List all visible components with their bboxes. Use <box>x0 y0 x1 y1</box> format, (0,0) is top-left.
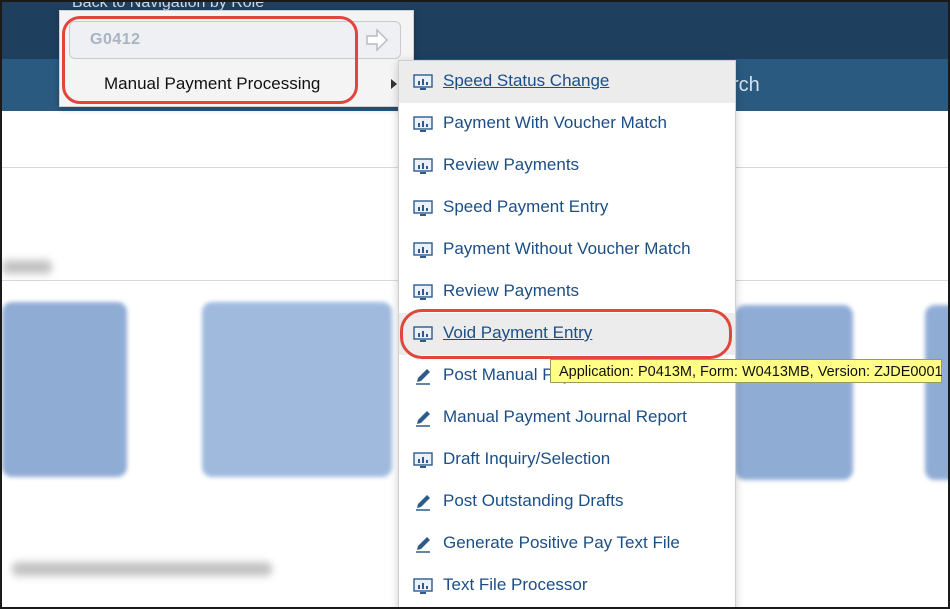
submenu-item-review-payments-2[interactable]: Review Payments <box>399 271 735 313</box>
highlight-oval-void-payment <box>400 309 732 359</box>
app-monitor-icon <box>413 200 433 216</box>
submenu-item-text-file-processor[interactable]: Text File Processor <box>399 565 735 607</box>
submenu-item-label: Post Outstanding Drafts <box>443 491 624 510</box>
report-pencil-icon <box>416 537 430 553</box>
report-pencil-icon <box>416 411 430 427</box>
submenu-item-manual-payment-journal-report[interactable]: Manual Payment Journal Report <box>399 397 735 439</box>
report-pencil-icon <box>416 495 430 511</box>
submenu-item-label: Manual Payment Journal Report <box>443 407 687 426</box>
submenu-item-label: Generate Positive Pay Text File <box>443 533 680 552</box>
submenu-item-generate-positive-pay-text-file[interactable]: Generate Positive Pay Text File <box>399 523 735 565</box>
app-monitor-icon <box>413 452 433 468</box>
blurred-footer-text <box>12 562 272 576</box>
submenu-item-label: Review Payments <box>443 155 580 174</box>
blurred-tile <box>2 302 127 477</box>
submenu-item-label: Review Payments <box>443 281 580 300</box>
submenu-item-label: Payment Without Voucher Match <box>443 239 691 258</box>
blurred-tile <box>925 305 948 480</box>
app-monitor-icon <box>413 74 433 90</box>
blurred-heading <box>2 260 52 274</box>
submenu-item-label: Draft Inquiry/Selection <box>443 449 611 468</box>
submenu-item-payment-without-voucher-match[interactable]: Payment Without Voucher Match <box>399 229 735 271</box>
application-tooltip: Application: P0413M, Form: W0413MB, Vers… <box>550 359 943 383</box>
submenu-item-payment-with-voucher-match[interactable]: Payment With Voucher Match <box>399 103 735 145</box>
blurred-tile <box>735 305 853 480</box>
submenu-item-label: Text File Processor <box>443 575 588 594</box>
submenu-item-draft-inquiry-selection[interactable]: Draft Inquiry/Selection <box>399 439 735 481</box>
submenu-arrow-icon <box>391 79 397 89</box>
submenu-item-label: Speed Payment Entry <box>443 197 609 216</box>
submenu-item-speed-payment-entry[interactable]: Speed Payment Entry <box>399 187 735 229</box>
go-arrow-icon[interactable] <box>364 27 390 53</box>
blurred-tile <box>202 302 392 477</box>
report-pencil-icon <box>416 369 430 385</box>
app-monitor-icon <box>413 578 433 594</box>
app-monitor-icon <box>413 284 433 300</box>
app-monitor-icon <box>413 116 433 132</box>
search-label[interactable]: rch <box>732 74 760 97</box>
submenu-item-speed-status-change[interactable]: Speed Status Change <box>399 61 735 103</box>
screenshot-frame: Back to Navigation by Role rch G0412 Man… <box>0 0 950 609</box>
app-monitor-icon <box>413 242 433 258</box>
submenu-item-post-outstanding-drafts[interactable]: Post Outstanding Drafts <box>399 481 735 523</box>
submenu-item-label: Payment With Voucher Match <box>443 113 667 132</box>
app-monitor-icon <box>413 158 433 174</box>
highlight-oval-role-popup <box>62 16 358 104</box>
submenu-item-label: Speed Status Change <box>443 71 610 90</box>
submenu-item-review-payments[interactable]: Review Payments <box>399 145 735 187</box>
